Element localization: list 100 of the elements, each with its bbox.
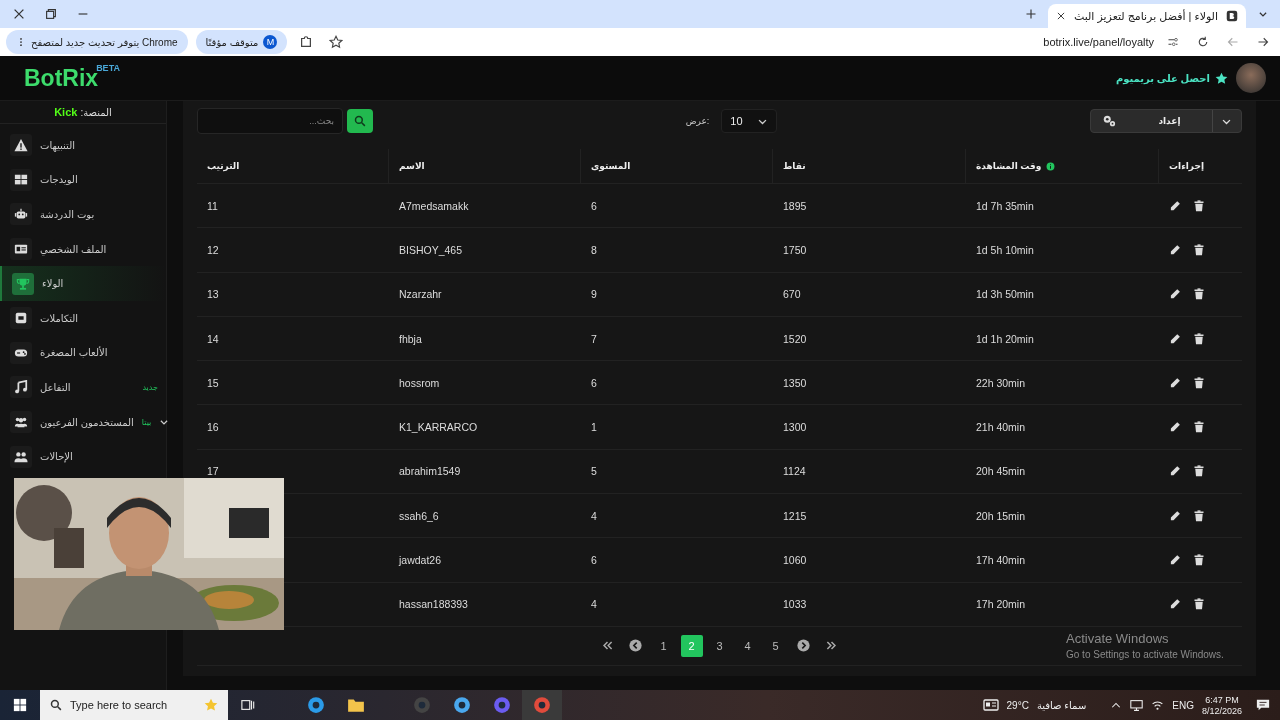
edit-button[interactable] [1169,332,1181,345]
profile-avatar[interactable] [1236,63,1266,93]
table-cell: 22h 30min [976,376,1026,389]
close-icon [12,7,26,21]
notification-icon [1256,698,1270,712]
search-button[interactable] [347,109,373,133]
page-button[interactable]: 1 [652,634,675,657]
close-tab-icon [1055,11,1066,21]
music-icon [14,380,28,395]
table-cell: 6 [591,554,597,566]
edit-button[interactable] [1169,554,1181,566]
pencil-icon [1169,243,1181,256]
table-cell: hassan188393 [399,598,468,611]
table-cell: 1215 [783,509,807,522]
edit-button[interactable] [1169,509,1181,522]
chevron-left-icon [629,639,642,653]
weather-text: سماء صافية [1036,699,1087,711]
beta-label: BETA [96,63,120,73]
table-cell: 1895 [783,199,807,212]
delete-button[interactable] [1193,465,1205,478]
edit-button[interactable] [1169,465,1181,478]
delete-button[interactable] [1193,598,1205,611]
column-header: المستوى [591,161,631,171]
delete-button[interactable] [1193,376,1205,389]
delete-button[interactable] [1193,243,1205,256]
delete-button[interactable] [1193,199,1205,212]
arrow-left-icon [1227,36,1239,48]
circle-icon [533,696,551,714]
table-cell: 12 [207,243,219,256]
puzzle-icon [299,35,314,49]
table-cell: 8 [591,243,597,256]
table-cell: 13 [207,288,219,301]
search-field[interactable]: بحث... [197,108,343,134]
sidebar-item[interactable]: الملف الشخصي [0,231,166,267]
edit-button[interactable] [1169,376,1181,389]
delete-button[interactable] [1193,509,1205,522]
taskbar-search-field[interactable]: Type here to search [40,690,228,720]
page-size-dropdown[interactable]: 10 [721,109,778,133]
page-size-label: عرض: [685,116,710,126]
edit-button[interactable] [1169,288,1181,301]
double-chevron-right-icon [826,640,837,652]
pencil-icon [1169,509,1181,522]
edit-button[interactable] [1169,598,1181,611]
table-cell: 4 [591,509,597,522]
sidebar-item[interactable]: التنبيهات [0,128,166,163]
pencil-icon [1169,598,1181,611]
table-cell: 1 [591,421,597,434]
delete-button[interactable] [1193,332,1205,345]
table-cell: 6 [591,199,597,212]
table-cell: ssah6_6 [399,509,439,522]
delete-button[interactable] [1193,288,1205,301]
table-cell: 6 [591,376,597,389]
clock-date: 8/12/2026 [1201,705,1242,716]
language-indicator[interactable]: ENG [1172,699,1194,711]
gears-icon [1102,114,1116,128]
table-cell: 1350 [783,376,807,389]
trash-icon [1193,376,1205,389]
activation-title: Activate Windows [1066,631,1170,646]
address-bar[interactable]: botrix.live/panel/loyalty [1043,36,1154,48]
browser-tab[interactable]: الولاء | أفضل برنامج لتعزيز البث [1047,4,1246,28]
pencil-icon [1169,421,1181,434]
grid-icon [14,172,28,187]
table-cell: BISHOY_465 [399,243,463,256]
delete-button[interactable] [1193,554,1205,566]
table-cell: 7 [591,332,597,345]
page-button[interactable]: 5 [764,634,787,657]
tune-icon [1167,36,1179,48]
temperature: 29°C [1006,699,1029,711]
edit-button[interactable] [1169,421,1181,434]
table-cell: 670 [783,288,801,301]
sidebar-item[interactable]: بوت الدردشة [0,197,166,232]
premium-link[interactable]: احصل على بريميوم [1115,71,1228,85]
sidebar-item[interactable]: المستخدمون الفرعيون بيتا [0,404,166,440]
column-header: إجراءات [1169,161,1204,171]
sidebar-item[interactable]: التفاعل جديد [0,370,166,405]
sidebar-item[interactable]: الألعاب المصغرة [0,335,166,371]
pencil-icon [1169,288,1181,301]
trash-icon [1193,554,1205,566]
sidebar-item[interactable]: التكاملات [0,300,166,336]
news-icon [982,697,999,713]
page-button[interactable]: 4 [736,634,759,657]
sidebar-item[interactable]: الإحالات [0,439,166,474]
page-button[interactable]: 3 [708,634,731,657]
update-chip[interactable]: يتوفر تحديث جديد لمتصفح Chrome [6,30,188,54]
clock-time: 6:47 PM [1205,694,1239,705]
pencil-icon [1169,376,1181,389]
table-cell: hossrom [399,376,440,389]
pencil-icon [1169,199,1181,212]
setup-button[interactable]: إعداد [1090,109,1242,133]
trash-icon [1193,243,1205,256]
delete-button[interactable] [1193,421,1205,434]
edit-button[interactable] [1169,243,1181,256]
table-cell: 21h 40min [976,421,1026,434]
platform-name: Kick [54,106,78,118]
sidebar-item[interactable]: الويدجات [0,162,166,198]
edit-button[interactable] [1169,199,1181,212]
square-icon [14,311,28,326]
table-cell: 9 [591,288,597,301]
trash-icon [1193,598,1205,611]
reload-icon [1197,36,1209,48]
